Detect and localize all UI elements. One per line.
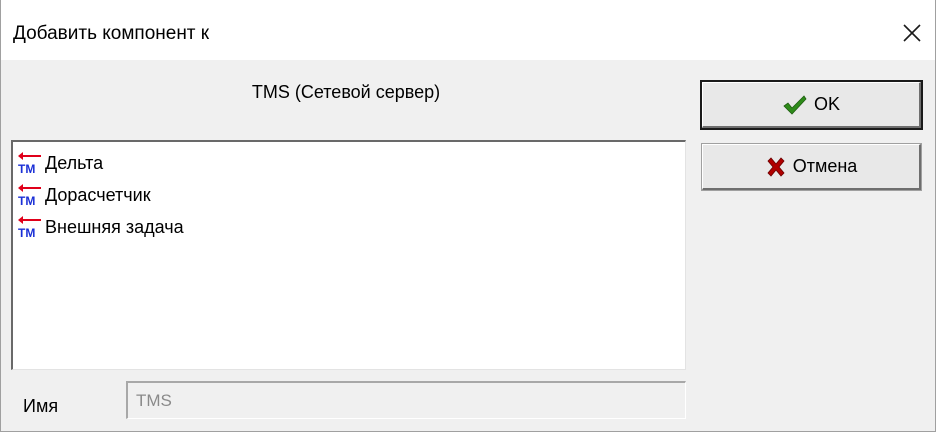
- name-field-label: Имя: [23, 396, 59, 416]
- add-component-dialog: Добавить компонент к TMS (Сетевой сервер…: [0, 0, 936, 432]
- list-item-label: Внешняя задача: [45, 216, 184, 237]
- ok-button[interactable]: OK: [700, 80, 923, 130]
- svg-text:TM: TM: [18, 194, 35, 207]
- svg-text:TM: TM: [18, 226, 35, 239]
- tm-component-icon: TM: [17, 183, 43, 208]
- cancel-button[interactable]: Отмена: [701, 143, 922, 191]
- cross-icon: [767, 156, 785, 177]
- server-label: TMS (Сетевой сервер): [251, 82, 441, 102]
- svg-text:TM: TM: [18, 162, 35, 175]
- list-item[interactable]: TM Дельта: [17, 150, 103, 176]
- list-item[interactable]: TM Внешняя задача: [17, 214, 184, 240]
- checkmark-icon: [783, 94, 807, 115]
- list-item-label: Дорасчетчик: [45, 184, 151, 205]
- title-bar[interactable]: Добавить компонент к: [1, 0, 935, 60]
- list-item-label: Дельта: [45, 152, 104, 173]
- tm-component-icon: TM: [17, 215, 43, 240]
- close-icon[interactable]: [889, 14, 935, 52]
- cancel-button-label: Отмена: [792, 156, 858, 176]
- window-title: Добавить компонент к: [13, 23, 210, 44]
- tm-component-icon: TM: [17, 151, 43, 176]
- component-list[interactable]: TM Дельта TM Дорасчетчик TM Внешняя зада: [11, 140, 686, 370]
- name-field[interactable]: [126, 381, 686, 419]
- list-item[interactable]: TM Дорасчетчик: [17, 182, 151, 208]
- ok-button-label: OK: [813, 94, 840, 114]
